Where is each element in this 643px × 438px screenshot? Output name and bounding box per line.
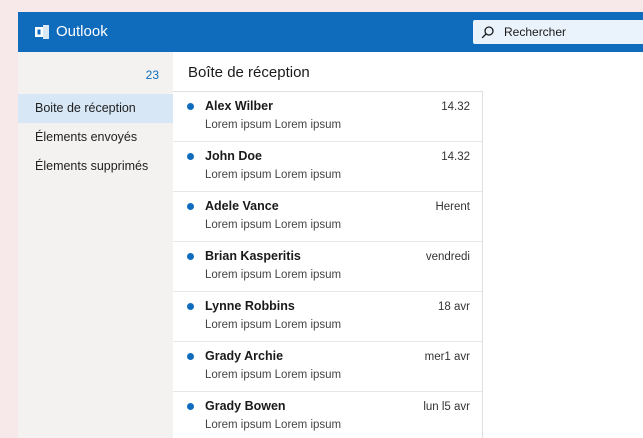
message-item[interactable]: Alex Wilber Lorem ipsum Lorem ipsum 14.3… <box>173 92 482 142</box>
message-preview: Lorem ipsum Lorem ipsum <box>205 169 342 181</box>
search-placeholder: Rechercher <box>504 25 567 39</box>
message-preview: Lorem ipsum Lorem ipsum <box>205 369 342 381</box>
outlook-logo-icon <box>35 25 49 39</box>
folder-sent-items[interactable]: Élements envoyés <box>18 123 173 152</box>
message-time: 14.32 <box>441 151 470 163</box>
message-sender: Adele Vance <box>205 199 279 213</box>
message-item[interactable]: John Doe Lorem ipsum Lorem ipsum 14.32 <box>173 142 482 192</box>
folder-sidebar: 23 Boite de réception Élements envoyés É… <box>18 52 173 438</box>
message-time: Herent <box>435 201 470 213</box>
message-item[interactable]: Grady Bowen Lorem ipsum Lorem ipsum lun … <box>173 392 482 438</box>
message-item[interactable]: Grady Archie Lorem ipsum Lorem ipsum mer… <box>173 342 482 392</box>
unread-dot-icon <box>187 103 194 110</box>
unread-dot-icon <box>187 403 194 410</box>
message-list: Alex Wilber Lorem ipsum Lorem ipsum 14.3… <box>173 92 483 438</box>
message-item[interactable]: Lynne Robbins Lorem ipsum Lorem ipsum 18… <box>173 292 482 342</box>
message-time: 18 avr <box>438 301 470 313</box>
outlook-window: Outlook Rechercher 23 Boite de réception… <box>18 12 643 438</box>
app-title[interactable]: Outlook <box>56 23 108 41</box>
message-time: 14.32 <box>441 101 470 113</box>
message-list-header: Boîte de réception <box>173 52 483 92</box>
unread-count-badge: 23 <box>145 68 159 82</box>
reading-pane <box>483 52 643 438</box>
unread-dot-icon <box>187 203 194 210</box>
message-time: mer1 avr <box>424 351 470 363</box>
message-item[interactable]: Adele Vance Lorem ipsum Lorem ipsum Here… <box>173 192 482 242</box>
unread-dot-icon <box>187 303 194 310</box>
folder-label: Élements supprimés <box>35 159 149 173</box>
top-bar: Outlook Rechercher <box>18 12 643 52</box>
unread-dot-icon <box>187 353 194 360</box>
search-icon <box>481 26 494 39</box>
folder-deleted-items[interactable]: Élements supprimés <box>18 152 173 181</box>
message-preview: Lorem ipsum Lorem ipsum <box>205 269 342 281</box>
message-time: lun l5 avr <box>423 401 470 413</box>
message-sender: Lynne Robbins <box>205 299 295 313</box>
message-time: vendredi <box>425 251 470 263</box>
message-sender: Grady Archie <box>205 349 284 363</box>
search-input[interactable]: Rechercher <box>473 20 643 44</box>
unread-dot-icon <box>187 153 194 160</box>
folder-inbox[interactable]: Boite de réception <box>18 94 173 123</box>
inbox-title: Boîte de réception <box>188 64 310 81</box>
message-sender: Alex Wilber <box>205 99 273 113</box>
unread-dot-icon <box>187 253 194 260</box>
message-sender: Brian Kasperitis <box>205 249 301 263</box>
message-preview: Lorem ipsum Lorem ipsum <box>205 119 342 131</box>
message-preview: Lorem ipsum Lorem ipsum <box>205 419 342 431</box>
message-preview: Lorem ipsum Lorem ipsum <box>205 319 342 331</box>
message-sender: Grady Bowen <box>205 399 286 413</box>
message-sender: John Doe <box>205 149 262 163</box>
message-item[interactable]: Brian Kasperitis Lorem ipsum Lorem ipsum… <box>173 242 482 292</box>
message-preview: Lorem ipsum Lorem ipsum <box>205 219 342 231</box>
folder-label: Boite de réception <box>35 101 136 115</box>
folder-label: Élements envoyés <box>35 130 138 144</box>
